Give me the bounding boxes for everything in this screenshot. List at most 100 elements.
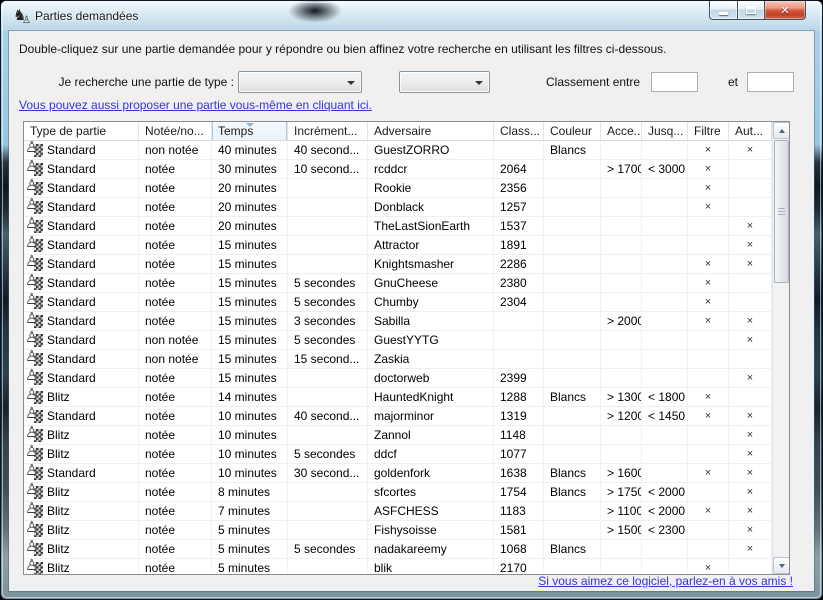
propose-game-link[interactable]: Vous pouvez aussi proposer une partie vo… [19,98,372,112]
window-title: Parties demandées [35,9,138,23]
cell-filter [688,369,729,387]
cell-until [642,331,688,349]
table-row[interactable]: ♙Standardnotée10 minutes40 second...majo… [24,407,772,426]
dialog-client-area: Double-cliquez sur une partie demandée p… [9,31,814,591]
column-header-rating[interactable]: Class... [494,122,544,140]
column-header-opponent[interactable]: Adversaire [368,122,494,140]
cell-accept [601,274,642,292]
cell-rating: 2170 [494,559,544,574]
share-with-friends-link[interactable]: Si vous aimez ce logiciel, parlez-en à v… [538,574,793,588]
table-row[interactable]: ♙Standardnon notée15 minutes5 secondesGu… [24,331,772,350]
table-row[interactable]: ♙Standardnon notée40 minutes40 second...… [24,141,772,160]
rating-min-input[interactable] [651,72,698,92]
cell-color [544,198,601,216]
cell-increment [288,369,368,387]
cell-color [544,236,601,254]
table-row[interactable]: ♙Standardnotée20 minutesDonblack1257× [24,198,772,217]
cell-until [642,274,688,292]
cell-filter [688,426,729,444]
cell-rated: notée [139,274,212,292]
scroll-up-button[interactable] [773,122,790,139]
column-header-auto[interactable]: Aut... [729,122,772,140]
cell-filter: × [688,141,729,159]
column-header-filter[interactable]: Filtre [688,122,729,140]
column-header-time[interactable]: Temps [212,122,288,140]
cell-type: ♙Standard [24,141,139,159]
cell-rated: notée [139,502,212,520]
table-row[interactable]: ♙Blitznotée5 minutesblik2170× [24,559,772,574]
scroll-down-button[interactable] [773,557,790,574]
cell-time: 15 minutes [212,369,288,387]
cell-auto: × [729,217,772,235]
column-header-until[interactable]: Jusq... [642,122,688,140]
cell-increment [288,559,368,574]
rating-max-input[interactable] [747,72,794,92]
column-header-accept[interactable]: Acce... [601,122,642,140]
table-row[interactable]: ♙Standardnotée30 minutes10 second...rcdd… [24,160,772,179]
cell-increment [288,426,368,444]
cell-until: < 1450 [642,407,688,425]
cell-until [642,217,688,235]
table-row[interactable]: ♙Standardnotée20 minutesTheLastSionEarth… [24,217,772,236]
cell-increment [288,236,368,254]
chevron-down-icon [475,81,483,85]
cell-until [642,540,688,558]
cell-rating: 1891 [494,236,544,254]
table-row[interactable]: ♙Standardnotée20 minutesRookie2356× [24,179,772,198]
table-row[interactable]: ♙Standardnotée15 minutes5 secondesChumby… [24,293,772,312]
column-header-rated[interactable]: Notée/no... [139,122,212,140]
cell-filter [688,236,729,254]
table-row[interactable]: ♙Blitznotée5 minutes5 secondesnadakareem… [24,540,772,559]
table-row[interactable]: ♙Blitznotée10 minutesZannol1148× [24,426,772,445]
cell-time: 40 minutes [212,141,288,159]
table-row[interactable]: ♙Standardnotée10 minutes30 second...gold… [24,464,772,483]
cell-rated: notée [139,312,212,330]
table-row[interactable]: ♙Standardnotée15 minutesdoctorweb2399× [24,369,772,388]
cell-time: 10 minutes [212,445,288,463]
cell-opponent: Rookie [368,179,494,197]
chevron-down-icon [347,81,355,85]
table-row[interactable]: ♙Standardnotée15 minutes5 secondesGnuChe… [24,274,772,293]
cell-until [642,141,688,159]
vertical-scrollbar[interactable] [772,122,789,574]
cell-rating: 1288 [494,388,544,406]
close-button[interactable]: ✕ [764,1,806,20]
table-row[interactable]: ♙Blitznotée14 minutesHauntedKnight1288Bl… [24,388,772,407]
cell-time: 15 minutes [212,312,288,330]
column-header-type[interactable]: Type de partie [24,122,139,140]
table-row[interactable]: ♙Standardnotée15 minutesKnightsmasher228… [24,255,772,274]
chess-piece-icon: ♙ [27,163,43,176]
chess-piece-icon: ♙ [27,315,43,328]
table-row[interactable]: ♙Standardnotée15 minutes3 secondesSabill… [24,312,772,331]
cell-auto [729,198,772,216]
minimize-button[interactable] [709,1,738,20]
cell-filter: × [688,179,729,197]
cell-accept [601,331,642,349]
scrollbar-thumb[interactable] [774,140,789,283]
cell-time: 14 minutes [212,388,288,406]
cell-filter [688,217,729,235]
title-bar[interactable]: ♞♙ Parties demandées ✕ [1,1,822,31]
table-row[interactable]: ♙Blitznotée10 minutes5 secondesddcf1077× [24,445,772,464]
game-subtype-select[interactable] [399,71,490,93]
table-row[interactable]: ♙Blitznotée5 minutesFishysoisse1581> 150… [24,521,772,540]
cell-opponent: Attractor [368,236,494,254]
column-header-color[interactable]: Couleur [544,122,601,140]
cell-time: 5 minutes [212,559,288,574]
table-row[interactable]: ♙Standardnotée15 minutesAttractor1891× [24,236,772,255]
table-row[interactable]: ♙Blitznotée8 minutessfcortes1754Blancs> … [24,483,772,502]
cell-increment [288,388,368,406]
cell-rating: 2380 [494,274,544,292]
cell-filter: × [688,293,729,311]
game-type-select[interactable] [238,71,362,93]
cell-until [642,179,688,197]
maximize-button[interactable] [737,1,765,20]
cell-color [544,407,601,425]
table-row[interactable]: ♙Standardnon notée15 minutes15 second...… [24,350,772,369]
chess-piece-icon: ♙ [27,296,43,309]
cell-opponent: ASFCHESS [368,502,494,520]
column-header-increment[interactable]: Incrément... [288,122,368,140]
table-row[interactable]: ♙Blitznotée7 minutesASFCHESS1183> 1100< … [24,502,772,521]
cell-color: Blancs [544,388,601,406]
cell-type: ♙Standard [24,464,139,482]
